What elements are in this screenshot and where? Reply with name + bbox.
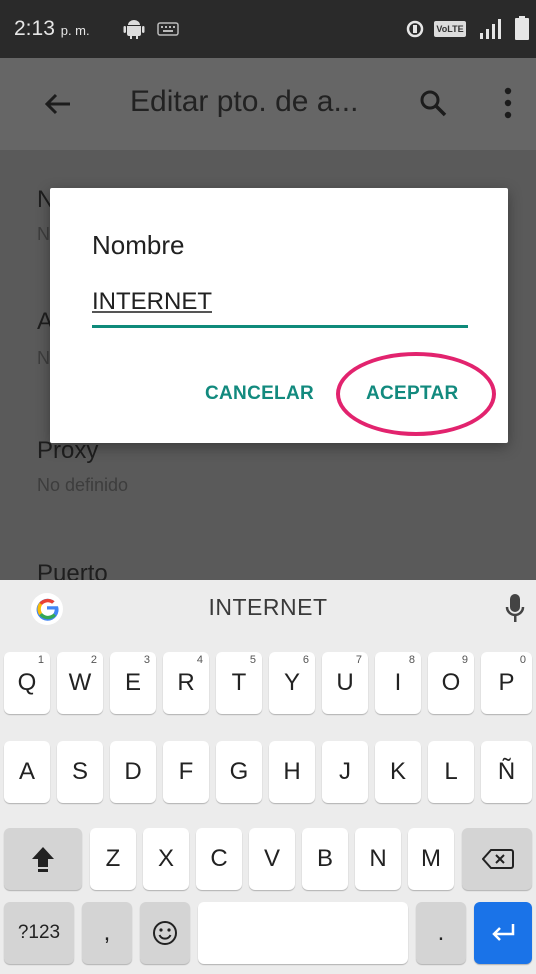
key-p[interactable]: 0P (481, 652, 532, 714)
key-hint: 2 (90, 654, 97, 666)
key-label: T (231, 669, 247, 696)
key-label: W (68, 669, 92, 696)
period-key[interactable]: . (416, 902, 466, 964)
key-l[interactable]: L (428, 741, 474, 803)
key-hint: 6 (302, 654, 309, 666)
status-time: 2:13 p. m. (14, 17, 90, 41)
key-o[interactable]: 9O (428, 652, 474, 714)
key-hint: 1 (37, 654, 44, 666)
key-e[interactable]: 3E (110, 652, 156, 714)
key-t[interactable]: 5T (216, 652, 262, 714)
key-label: I (394, 669, 402, 696)
key-u[interactable]: 7U (322, 652, 368, 714)
suggestion-bar: INTERNET (0, 580, 536, 640)
key-h[interactable]: H (269, 741, 315, 803)
key-hint: 0 (519, 654, 526, 666)
key-q[interactable]: 1Q (4, 652, 50, 714)
suggestion-word[interactable]: INTERNET (0, 594, 536, 621)
key-w[interactable]: 2W (57, 652, 103, 714)
setting-summary: N (37, 348, 50, 368)
key-hint: 8 (408, 654, 415, 666)
key-label: E (124, 669, 141, 696)
enter-icon (492, 924, 515, 941)
keyboard: INTERNET 1Q 2W 3E 4R 5T 6Y 7U 8I 9O 0P A… (0, 580, 536, 974)
backspace-icon (482, 849, 514, 869)
key-n[interactable]: N (355, 828, 401, 890)
key-z[interactable]: Z (90, 828, 136, 890)
microphone-icon[interactable] (505, 593, 525, 625)
key-label: R (177, 669, 195, 696)
key-f[interactable]: F (163, 741, 209, 803)
highlight-circle (336, 352, 496, 436)
key-x[interactable]: X (143, 828, 189, 890)
key-hint: 4 (196, 654, 203, 666)
keyboard-notification-icon (157, 22, 179, 36)
shift-icon (32, 847, 54, 872)
emoji-key[interactable] (140, 902, 190, 964)
key-label: Y (283, 669, 300, 696)
key-label: Q (17, 669, 37, 696)
key-enye[interactable]: Ñ (481, 741, 532, 803)
space-key[interactable] (198, 902, 408, 964)
key-label: U (336, 669, 354, 696)
clock-ampm: p. m. (60, 23, 90, 38)
input-underline (92, 325, 468, 328)
setting-summary: N (37, 224, 50, 244)
key-b[interactable]: B (302, 828, 348, 890)
key-a[interactable]: A (4, 741, 50, 803)
key-v[interactable]: V (249, 828, 295, 890)
cancel-button[interactable]: CANCELAR (205, 383, 314, 405)
emoji-icon (153, 921, 177, 945)
data-saver-icon (406, 20, 424, 38)
key-hint: 5 (249, 654, 256, 666)
key-label: O (441, 669, 461, 696)
key-k[interactable]: K (375, 741, 421, 803)
shift-key[interactable] (4, 828, 82, 890)
key-hint: 3 (143, 654, 150, 666)
key-y[interactable]: 6Y (269, 652, 315, 714)
backspace-key[interactable] (462, 828, 532, 890)
overflow-menu-icon[interactable] (502, 86, 514, 120)
symbols-key[interactable]: ?123 (4, 902, 74, 964)
key-i[interactable]: 8I (375, 652, 421, 714)
comma-key[interactable]: , (82, 902, 132, 964)
key-m[interactable]: M (408, 828, 454, 890)
signal-icon (480, 19, 501, 39)
back-arrow-icon[interactable] (42, 88, 74, 120)
key-j[interactable]: J (322, 741, 368, 803)
android-icon (123, 20, 145, 39)
key-label: P (498, 669, 515, 696)
volte-icon: VoLTE (434, 21, 466, 37)
key-c[interactable]: C (196, 828, 242, 890)
key-g[interactable]: G (216, 741, 262, 803)
battery-icon (515, 16, 529, 40)
search-icon[interactable] (418, 88, 448, 118)
setting-summary: No definido (37, 475, 129, 495)
key-s[interactable]: S (57, 741, 103, 803)
enter-key[interactable] (474, 902, 532, 964)
page-title: Editar pto. de a... (130, 85, 359, 118)
key-hint: 9 (461, 654, 468, 666)
clock: 2:13 (14, 17, 55, 40)
dialog-title: Nombre (92, 230, 185, 260)
status-bar: 2:13 p. m. VoLTE (0, 0, 536, 58)
key-r[interactable]: 4R (163, 652, 209, 714)
key-hint: 7 (355, 654, 362, 666)
name-input[interactable]: INTERNET (92, 288, 212, 316)
key-d[interactable]: D (110, 741, 156, 803)
